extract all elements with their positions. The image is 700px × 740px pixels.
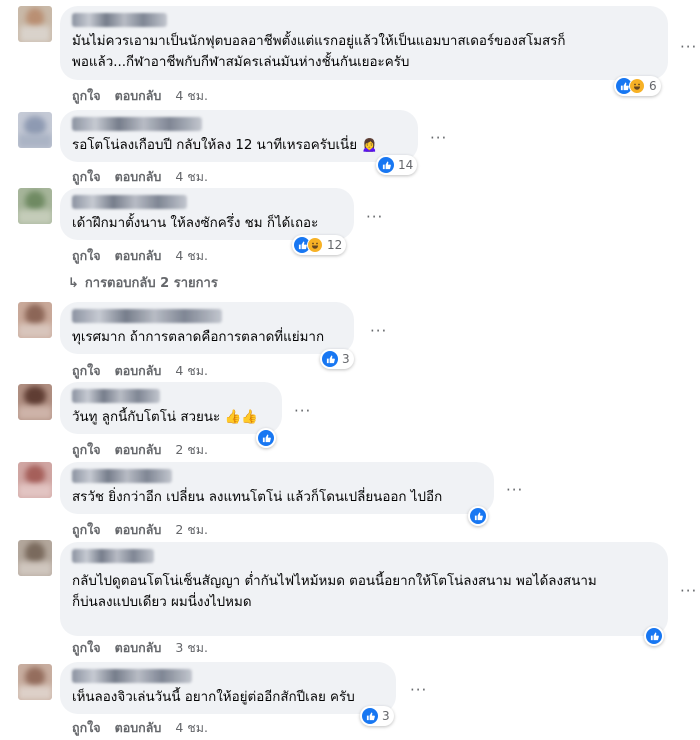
avatar[interactable] bbox=[18, 6, 52, 42]
like-reaction-icon bbox=[646, 628, 662, 644]
author-name-blurred[interactable] bbox=[72, 195, 187, 209]
timestamp[interactable]: 4 ชม. bbox=[175, 86, 208, 106]
comment-bubble: มันไม่ควรเอามาเป็นนักฟุตบอลอาชีพตั้งแต่แ… bbox=[60, 6, 668, 80]
comment-bubble: วันทู ลูกนี้กับโตโน่ สวยนะ 👍👍 bbox=[60, 382, 282, 434]
reaction-count: 6 bbox=[649, 79, 657, 93]
comment-bubble: กลับไปดูตอนโตโน่เซ็นสัญญา ต่ำกันไฟไหม้หม… bbox=[60, 542, 668, 636]
comment-actions: ถูกใจ ตอบกลับ 4 ชม. bbox=[72, 167, 208, 187]
reaction-summary[interactable]: 14 bbox=[376, 155, 418, 175]
timestamp[interactable]: 2 ชม. bbox=[175, 440, 208, 460]
comment-actions: ถูกใจ ตอบกลับ 4 ชม. bbox=[72, 246, 208, 266]
avatar[interactable] bbox=[18, 462, 52, 498]
avatar[interactable] bbox=[18, 384, 52, 420]
reaction-summary[interactable] bbox=[256, 428, 276, 448]
timestamp[interactable]: 4 ชม. bbox=[175, 718, 208, 738]
comment-text: วันทู ลูกนี้กับโตโน่ สวยนะ 👍👍 bbox=[72, 410, 258, 425]
author-name-blurred[interactable] bbox=[72, 117, 202, 131]
more-options-icon[interactable]: ··· bbox=[410, 683, 427, 698]
reaction-count: 14 bbox=[398, 158, 414, 172]
timestamp[interactable]: 4 ชม. bbox=[175, 246, 208, 266]
reply-arrow-icon: ↳ bbox=[68, 276, 79, 291]
like-button[interactable]: ถูกใจ bbox=[72, 246, 101, 266]
reply-button[interactable]: ตอบกลับ bbox=[115, 361, 162, 381]
haha-reaction-icon bbox=[307, 237, 323, 253]
reaction-summary[interactable] bbox=[468, 506, 488, 526]
avatar[interactable] bbox=[18, 540, 52, 576]
comment-bubble: เห็นลองจิวเล่นวันนี้ อยากให้อยู่ต่ออีกสั… bbox=[60, 662, 396, 714]
comment-text: เด้าฝึกมาตั้งนาน ให้ลงซักครึ่ง ชม ก็ได้เ… bbox=[72, 216, 319, 231]
avatar[interactable] bbox=[18, 112, 52, 148]
reaction-summary[interactable]: 12 bbox=[292, 235, 347, 255]
like-button[interactable]: ถูกใจ bbox=[72, 520, 101, 540]
comment-bubble: สรวัช ยิ่งกว่าอีก เปลี่ยน ลงแทนโตโน่ แล้… bbox=[60, 462, 494, 514]
view-replies-link[interactable]: ↳ การตอบกลับ 2 รายการ bbox=[68, 272, 218, 293]
author-name-blurred[interactable] bbox=[72, 549, 154, 563]
reply-button[interactable]: ตอบกลับ bbox=[115, 246, 162, 266]
haha-reaction-icon bbox=[629, 78, 645, 94]
like-reaction-icon bbox=[362, 708, 378, 724]
more-options-icon[interactable]: ··· bbox=[680, 584, 697, 599]
more-options-icon[interactable]: ··· bbox=[430, 131, 447, 146]
timestamp[interactable]: 3 ชม. bbox=[175, 638, 208, 658]
comment-text: ทุเรศมาก ถ้าการตลาดคือการตลาดที่แย่มาก bbox=[72, 330, 325, 345]
more-options-icon[interactable]: ··· bbox=[506, 483, 523, 498]
reaction-summary[interactable]: 3 bbox=[320, 349, 354, 369]
reaction-summary[interactable]: 3 bbox=[360, 706, 394, 726]
more-options-icon[interactable]: ··· bbox=[370, 324, 387, 339]
comment-text: สรวัช ยิ่งกว่าอีก เปลี่ยน ลงแทนโตโน่ แล้… bbox=[72, 490, 443, 505]
comment-bubble: รอโตโน่ลงเกือบปี กลับให้ลง 12 นาทีเหรอคร… bbox=[60, 110, 418, 162]
more-options-icon[interactable]: ··· bbox=[366, 210, 383, 225]
author-name-blurred[interactable] bbox=[72, 389, 160, 403]
reaction-count: 3 bbox=[342, 352, 350, 366]
like-button[interactable]: ถูกใจ bbox=[72, 638, 101, 658]
comment-actions: ถูกใจ ตอบกลับ 4 ชม. bbox=[72, 718, 208, 738]
reply-button[interactable]: ตอบกลับ bbox=[115, 167, 162, 187]
comment-text: เห็นลองจิวเล่นวันนี้ อยากให้อยู่ต่ออีกสั… bbox=[72, 690, 355, 705]
avatar[interactable] bbox=[18, 188, 52, 224]
reply-button[interactable]: ตอบกลับ bbox=[115, 440, 162, 460]
like-reaction-icon bbox=[322, 351, 338, 367]
reply-button[interactable]: ตอบกลับ bbox=[115, 638, 162, 658]
like-button[interactable]: ถูกใจ bbox=[72, 440, 101, 460]
like-button[interactable]: ถูกใจ bbox=[72, 718, 101, 738]
author-name-blurred[interactable] bbox=[72, 669, 192, 683]
reaction-count: 12 bbox=[327, 238, 343, 252]
comment-actions: ถูกใจ ตอบกลับ 2 ชม. bbox=[72, 520, 208, 540]
reply-button[interactable]: ตอบกลับ bbox=[115, 718, 162, 738]
comment-text: มันไม่ควรเอามาเป็นนักฟุตบอลอาชีพตั้งแต่แ… bbox=[72, 34, 566, 70]
comment-actions: ถูกใจ ตอบกลับ 2 ชม. bbox=[72, 440, 208, 460]
reaction-count: 3 bbox=[382, 709, 390, 723]
comment-bubble: ทุเรศมาก ถ้าการตลาดคือการตลาดที่แย่มาก bbox=[60, 302, 354, 354]
like-reaction-icon bbox=[470, 508, 486, 524]
more-options-icon[interactable]: ··· bbox=[294, 404, 311, 419]
like-reaction-icon bbox=[258, 430, 274, 446]
reply-button[interactable]: ตอบกลับ bbox=[115, 86, 162, 106]
timestamp[interactable]: 4 ชม. bbox=[175, 361, 208, 381]
author-name-blurred[interactable] bbox=[72, 469, 172, 483]
more-options-icon[interactable]: ··· bbox=[680, 40, 697, 55]
like-button[interactable]: ถูกใจ bbox=[72, 361, 101, 381]
comment-actions: ถูกใจ ตอบกลับ 3 ชม. bbox=[72, 638, 208, 658]
comment-actions: ถูกใจ ตอบกลับ 4 ชม. bbox=[72, 86, 208, 106]
reaction-summary[interactable] bbox=[644, 626, 664, 646]
reply-button[interactable]: ตอบกลับ bbox=[115, 520, 162, 540]
like-button[interactable]: ถูกใจ bbox=[72, 167, 101, 187]
avatar[interactable] bbox=[18, 302, 52, 338]
author-name-blurred[interactable] bbox=[72, 13, 167, 27]
like-reaction-icon bbox=[378, 157, 394, 173]
replies-count-label: การตอบกลับ 2 รายการ bbox=[84, 276, 218, 291]
timestamp[interactable]: 2 ชม. bbox=[175, 520, 208, 540]
comment-text: รอโตโน่ลงเกือบปี กลับให้ลง 12 นาทีเหรอคร… bbox=[72, 138, 378, 153]
reaction-summary[interactable]: 6 bbox=[614, 76, 661, 96]
like-button[interactable]: ถูกใจ bbox=[72, 86, 101, 106]
timestamp[interactable]: 4 ชม. bbox=[175, 167, 208, 187]
comment-bubble: เด้าฝึกมาตั้งนาน ให้ลงซักครึ่ง ชม ก็ได้เ… bbox=[60, 188, 354, 240]
avatar[interactable] bbox=[18, 664, 52, 700]
comment-text: กลับไปดูตอนโตโน่เซ็นสัญญา ต่ำกันไฟไหม้หม… bbox=[72, 574, 597, 610]
comment-actions: ถูกใจ ตอบกลับ 4 ชม. bbox=[72, 361, 208, 381]
author-name-blurred[interactable] bbox=[72, 309, 222, 323]
